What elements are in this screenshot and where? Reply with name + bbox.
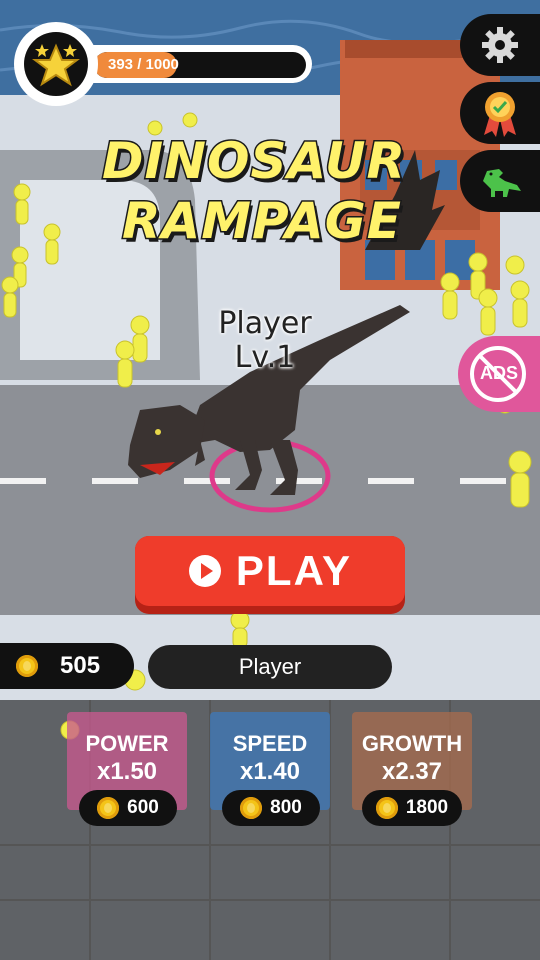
play-label: PLAY [235, 547, 353, 594]
player-name-text: Player [238, 654, 302, 679]
rank-badge-inner [24, 32, 88, 96]
play-icon [188, 555, 221, 587]
upgrade-power-name: POWER [85, 731, 169, 756]
coin-balance: 505 [0, 643, 134, 689]
upgrade-growth-name: GROWTH [361, 731, 463, 756]
coin-icon [240, 797, 263, 819]
dino-collection-button[interactable] [460, 150, 540, 212]
star-badge-icon [32, 43, 80, 87]
upgrade-power-multiplier: x1.50 [96, 758, 158, 785]
coin-icon [16, 655, 38, 677]
upgrade-power-buy-button[interactable]: 600 [79, 790, 177, 826]
upgrade-growth-price: 1800 [405, 797, 449, 818]
coin-icon [375, 797, 398, 819]
upgrade-growth-multiplier: x2.37 [381, 758, 443, 785]
game-title-line1: DINOSAUR [100, 131, 407, 192]
no-ads-label: ADS [480, 363, 519, 383]
upgrade-power-price: 600 [127, 797, 159, 818]
player-name-field[interactable]: Player [148, 645, 392, 689]
coin-amount: 505 [60, 652, 101, 679]
play-button-face: PLAY [135, 536, 405, 606]
rewards-button[interactable] [460, 82, 540, 144]
ribbon-medal-icon [484, 92, 516, 137]
upgrade-speed-multiplier: x1.40 [239, 758, 301, 785]
xp-progress-bar: 393 / 1000 [94, 52, 306, 78]
dinosaur-icon [483, 169, 521, 197]
upgrade-speed-buy-button[interactable]: 800 [222, 790, 320, 826]
coin-icon [97, 797, 120, 819]
upgrade-speed-name: SPEED [232, 731, 308, 756]
player-level: Lv.1 [234, 340, 296, 375]
game-title-line2: RAMPAGE [121, 191, 403, 252]
settings-button[interactable] [460, 14, 540, 76]
no-ads-button[interactable]: ADS [458, 336, 540, 412]
upgrade-speed-price: 800 [270, 797, 302, 818]
play-button[interactable]: PLAY [135, 536, 405, 614]
xp-progress-text: 393 / 1000 [108, 56, 179, 73]
player-nametag: Player [218, 306, 312, 341]
gear-icon [482, 27, 518, 63]
upgrade-growth-buy-button[interactable]: 1800 [362, 790, 462, 826]
